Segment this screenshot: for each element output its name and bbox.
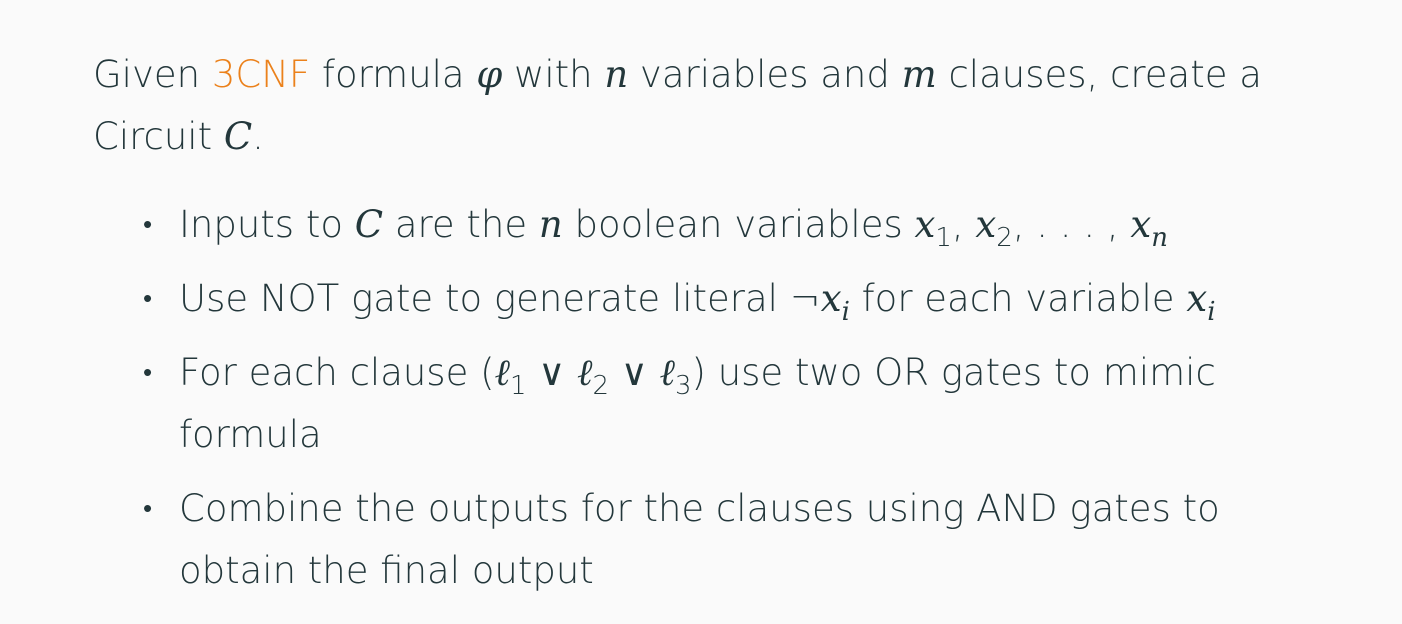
subscript-2: 2 (996, 223, 1013, 254)
math-x: x (914, 203, 936, 246)
math-x: x (975, 203, 997, 246)
bullet-marker: • (143, 284, 153, 314)
math-separator: , (951, 203, 976, 246)
subscript-n: n (1151, 223, 1168, 254)
bullet-text: are the (383, 203, 539, 246)
subscript-3: 3 (675, 371, 692, 402)
bullet-or-gates: • For each clause (ℓ1 ∨ ℓ2 ∨ ℓ3) use two… (143, 342, 1289, 466)
math-c: C (223, 115, 253, 158)
subscript-1: 1 (509, 371, 527, 402)
bullet-text: Inputs to (179, 203, 355, 246)
math-n: n (604, 53, 629, 96)
bullet-text: Combine the outputs for the clauses usin… (179, 487, 1220, 592)
math-x: x (1186, 277, 1208, 320)
math-ell: ℓ (659, 351, 676, 394)
bullet-text: boolean variables (562, 203, 915, 246)
intro-text: Given (93, 53, 212, 96)
bullet-not-gate: • Use NOT gate to generate literal ¬xi f… (143, 268, 1289, 330)
math-or: ∨ (526, 351, 578, 394)
bullet-marker: • (143, 210, 153, 240)
subscript-i: i (841, 297, 850, 328)
bullet-marker: • (143, 358, 153, 388)
intro-paragraph: Given 3CNF formula φ with n variables an… (93, 44, 1333, 168)
intro-text: . (252, 115, 264, 158)
math-or: ∨ (608, 351, 660, 394)
slide: Given 3CNF formula φ with n variables an… (0, 0, 1402, 624)
bullet-text: Use NOT gate to generate literal (179, 277, 790, 320)
subscript-1: 1 (935, 223, 952, 254)
math-c: C (354, 203, 384, 246)
math-x: x (1130, 203, 1152, 246)
subscript-i: i (1207, 297, 1216, 328)
bullet-marker: • (143, 494, 153, 524)
math-ellipsis: , . . . , (1012, 203, 1131, 246)
math-ell: ℓ (494, 351, 510, 394)
math-ell: ℓ (577, 351, 593, 394)
bullet-list: • Inputs to C are the n boolean variable… (93, 194, 1342, 602)
accent-term-3cnf: 3CNF (211, 53, 311, 96)
bullet-text: for each variable (849, 277, 1187, 320)
bullet-and-gates: • Combine the outputs for the clauses us… (143, 478, 1289, 602)
math-n: n (538, 203, 563, 246)
intro-text: formula (310, 53, 477, 96)
bullet-text: For each clause ( (179, 351, 495, 394)
intro-text: variables and (628, 53, 902, 96)
math-m: m (901, 53, 937, 96)
subscript-2: 2 (592, 371, 609, 402)
math-x: x (820, 277, 842, 320)
intro-text: with (502, 53, 605, 96)
math-phi: φ (476, 53, 503, 96)
bullet-inputs: • Inputs to C are the n boolean variable… (143, 194, 1289, 256)
math-negation: ¬ (789, 277, 821, 320)
